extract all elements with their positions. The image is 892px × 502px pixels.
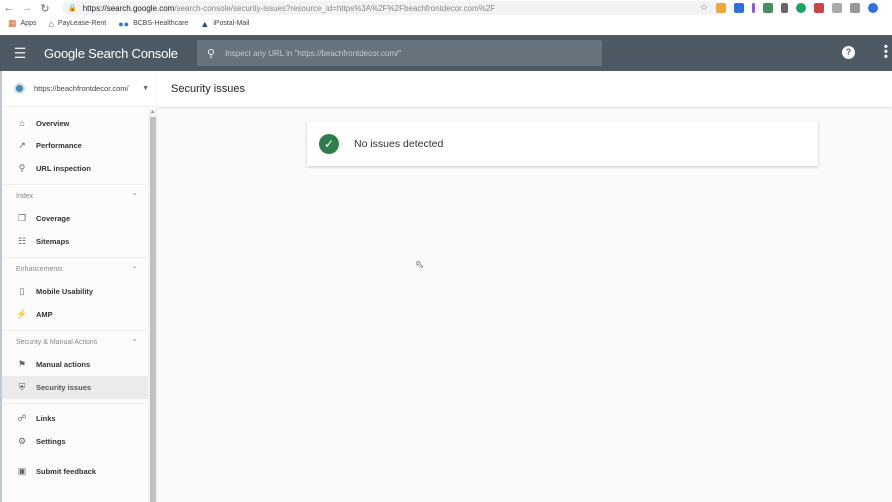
- page-title: Security issues: [171, 83, 245, 95]
- trending-up-icon: ↗: [18, 140, 26, 151]
- extension-icon[interactable]: [781, 2, 789, 13]
- sidebar-item-coverage[interactable]: ❐ Coverage: [2, 208, 148, 231]
- extension-icon[interactable]: [814, 2, 825, 13]
- star-icon[interactable]: ☆: [700, 2, 708, 13]
- section-security-manual-actions[interactable]: Security & Manual Actions ⌃: [2, 329, 148, 354]
- back-icon[interactable]: ←: [0, 2, 18, 14]
- gear-icon: ⚙: [17, 435, 27, 446]
- property-selector[interactable]: https://beachfrontdecor.com/ ▼: [2, 71, 157, 107]
- house-icon: ⌂: [48, 18, 54, 29]
- sidebar-item-performance[interactable]: ↗ Performance: [2, 135, 148, 158]
- sidebar-item-sitemaps[interactable]: ☷ Sitemaps: [2, 230, 148, 253]
- extension-icon[interactable]: [832, 2, 843, 13]
- lock-icon: 🔒: [68, 5, 77, 12]
- bookmark-ipostal[interactable]: ▲ iPostal-Mail: [200, 19, 249, 29]
- address-bar[interactable]: 🔒 https://search.google.com/search-conso…: [62, 1, 722, 15]
- mouse-cursor-icon: ⬁: [415, 259, 425, 271]
- section-enhancements[interactable]: Enhancements ⌃: [2, 256, 148, 281]
- chevron-up-icon: ⌃: [131, 191, 138, 201]
- extension-icon[interactable]: [734, 2, 745, 13]
- sitemap-icon: ☷: [17, 235, 27, 246]
- bolt-icon: ⚡: [16, 308, 28, 319]
- menu-icon[interactable]: ☰: [0, 45, 40, 62]
- extensions-bar: ☆: [700, 2, 879, 13]
- extension-icon[interactable]: [763, 2, 774, 13]
- extension-icon[interactable]: [850, 2, 861, 13]
- chevron-up-icon: ⌃: [131, 264, 138, 274]
- reload-icon[interactable]: ↻: [36, 2, 54, 15]
- sidebar-item-links[interactable]: ☍ Links: [2, 408, 148, 431]
- grammarly-icon[interactable]: [796, 2, 807, 13]
- page-header: Security issues: [157, 71, 892, 107]
- status-message: No issues detected: [354, 138, 444, 150]
- bookmark-apps[interactable]: ▦ Apps: [8, 18, 36, 29]
- extension-icon[interactable]: [716, 2, 727, 13]
- extension-icon[interactable]: [868, 2, 879, 13]
- bookmark-paylease[interactable]: ⌂ PayLease-Rent: [48, 19, 106, 29]
- sidebar-item-url-inspection[interactable]: ⚲ URL inspection: [2, 157, 148, 180]
- help-icon[interactable]: ?: [842, 46, 855, 59]
- flag-icon: ⚑: [17, 359, 27, 370]
- sidebar-item-settings[interactable]: ⚙ Settings: [2, 430, 148, 453]
- property-url: https://beachfrontdecor.com/: [34, 84, 129, 93]
- scrollbar-thumb[interactable]: [150, 117, 156, 502]
- app-title: Google Search Console: [44, 45, 178, 61]
- search-icon: ⚲: [207, 47, 216, 60]
- sidebar-item-amp[interactable]: ⚡ AMP: [2, 303, 148, 326]
- bookmarks-bar: ▦ Apps ⌂ PayLease-Rent ●● BCBS-Healthcare ▲…: [8, 18, 249, 29]
- ipostal-icon: ▲: [200, 18, 210, 29]
- bookmark-bcbs[interactable]: ●● BCBS-Healthcare: [118, 19, 188, 29]
- app-header: ☰ Google Search Console ⚲ ? •••: [0, 35, 892, 71]
- sidebar-item-submit-feedback[interactable]: ▣ Submit feedback: [2, 461, 148, 484]
- more-vert-icon[interactable]: • • •: [884, 42, 888, 63]
- sidebar-item-overview[interactable]: ⌂ Overview: [2, 112, 148, 135]
- sidebar-item-security-issues[interactable]: ⛨ Security issues: [2, 376, 148, 399]
- forward-icon[interactable]: →: [18, 2, 36, 14]
- chevron-up-icon: ⌃: [131, 337, 138, 347]
- search-icon: ⚲: [18, 162, 26, 173]
- shield-icon: ⛨: [18, 381, 26, 392]
- globe-icon: [14, 83, 25, 94]
- home-icon: ⌂: [19, 118, 25, 129]
- url-host: https://search.google.com: [82, 3, 175, 13]
- phone-icon: ▯: [19, 286, 25, 297]
- scroll-up-icon[interactable]: ▲: [150, 109, 155, 115]
- dropdown-arrow-icon: ▼: [142, 85, 149, 92]
- bcbs-icon: ●●: [118, 18, 130, 29]
- sidebar-item-mobile-usability[interactable]: ▯ Mobile Usability: [2, 281, 148, 304]
- file-copy-icon: ❐: [17, 213, 27, 224]
- sidebar-nav: ⌂ Overview ↗ Performance ⚲ URL inspection I…: [2, 107, 148, 483]
- apps-grid-icon: ▦: [8, 18, 17, 28]
- browser-chrome: ← → ↻ 🔒 https://search.google.com/search…: [0, 0, 892, 35]
- feedback-icon: ▣: [17, 466, 27, 477]
- links-icon: ☍: [17, 413, 27, 424]
- extension-icon[interactable]: [752, 2, 756, 13]
- sidebar: https://beachfrontdecor.com/ ▼ ⌂ Overview…: [0, 71, 158, 502]
- main-content: Security issues ✓ No issues detected: [157, 71, 892, 502]
- section-index[interactable]: Index ⌃: [2, 183, 148, 208]
- status-card: ✓ No issues detected: [307, 122, 818, 166]
- url-inspect-input[interactable]: [225, 48, 586, 58]
- check-circle-icon: ✓: [319, 134, 339, 154]
- sidebar-item-manual-actions[interactable]: ⚑ Manual actions: [2, 354, 148, 377]
- url-inspect-search[interactable]: ⚲: [197, 40, 602, 66]
- url-path: /search-console/security-issues?resource…: [174, 3, 496, 13]
